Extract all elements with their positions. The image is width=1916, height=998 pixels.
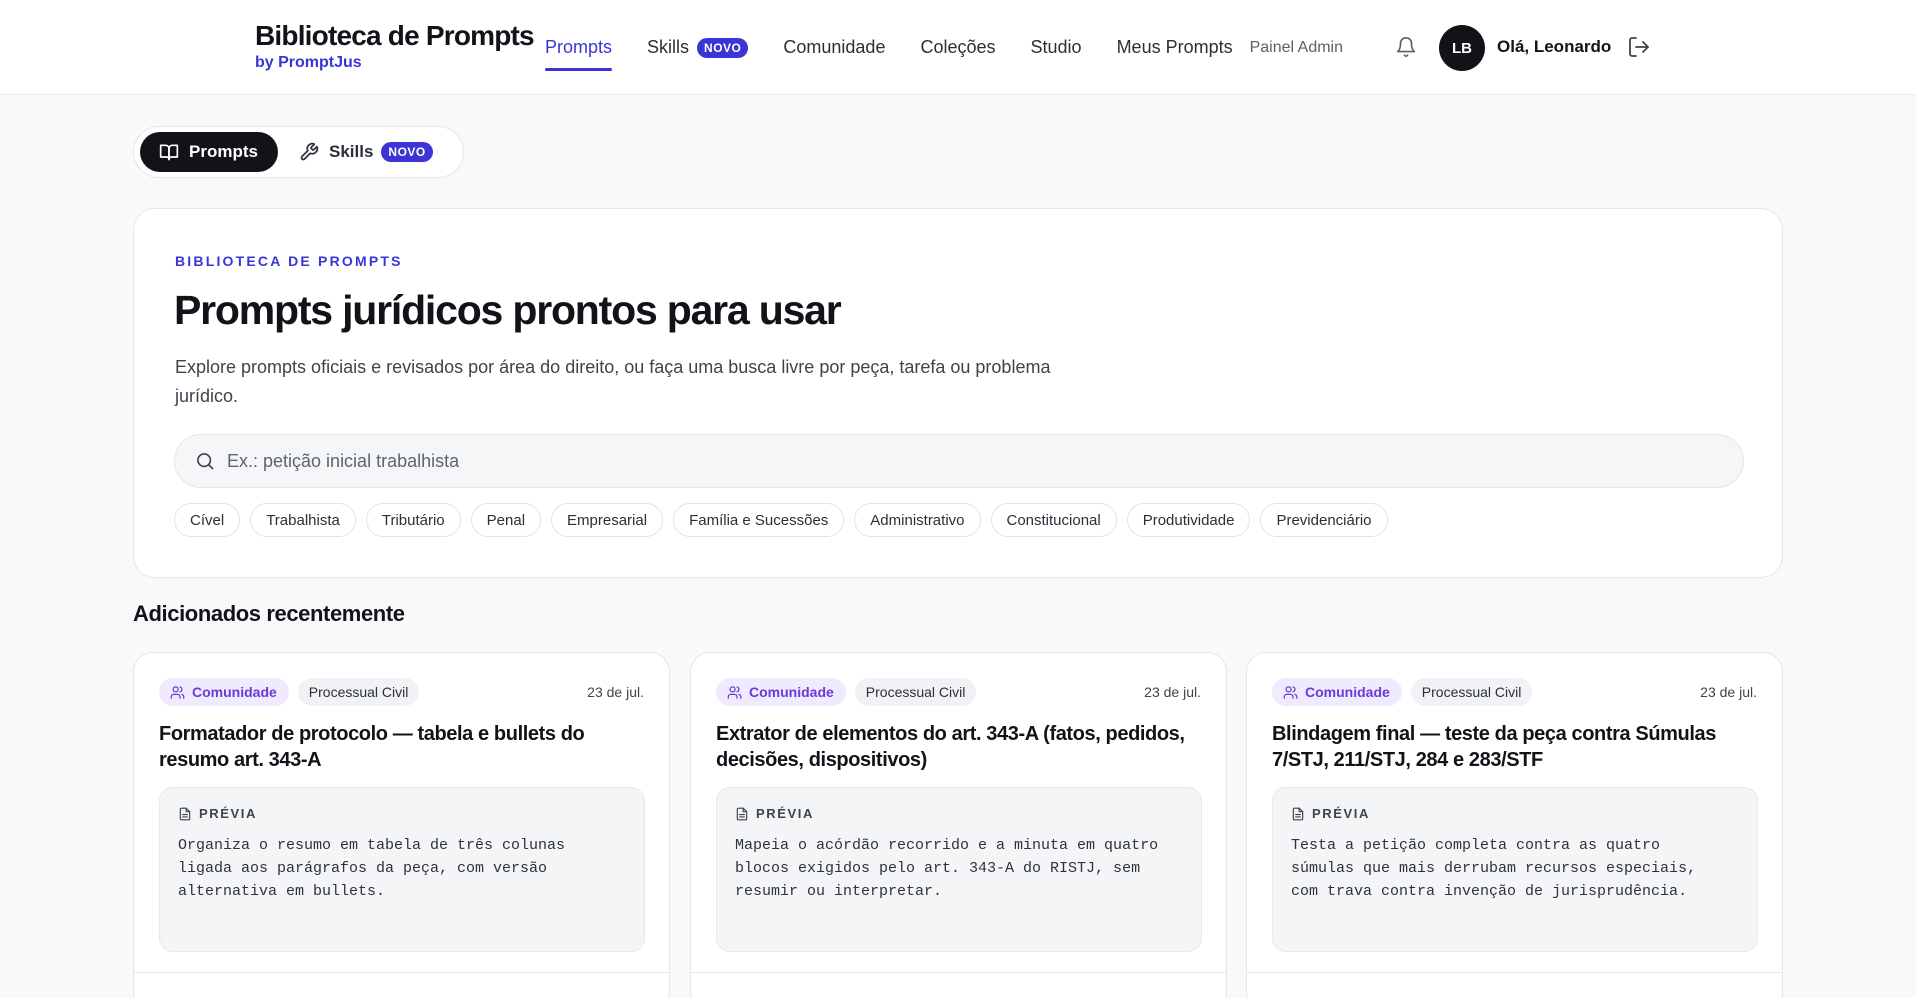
user-greeting: Olá, Leonardo: [1497, 37, 1612, 56]
community-tag: Comunidade: [1272, 678, 1402, 706]
card-preview: PRÉVIA Testa a petição completa contra a…: [1272, 787, 1758, 952]
hero-description: Explore prompts oficiais e revisados por…: [175, 357, 1051, 406]
nav-studio[interactable]: Studio: [1031, 0, 1082, 95]
card-date: 23 de jul.: [587, 684, 644, 700]
bell-icon[interactable]: [1395, 36, 1417, 58]
search-box[interactable]: [174, 434, 1744, 488]
card-title[interactable]: Formatador de protocolo — tabela e bulle…: [159, 721, 649, 773]
nav-skills[interactable]: Skills NOVO: [647, 0, 749, 95]
avatar[interactable]: LB: [1439, 25, 1485, 71]
card-preview: PRÉVIA Organiza o resumo em tabela de tr…: [159, 787, 645, 952]
hero-eyebrow: BIBLIOTECA DE PROMPTS: [175, 253, 403, 269]
chip-administrativo[interactable]: Administrativo: [854, 503, 981, 537]
preview-label-text: PRÉVIA: [1312, 806, 1371, 821]
nav-meus-prompts[interactable]: Meus Prompts: [1117, 0, 1233, 95]
nav-comunidade[interactable]: Comunidade: [783, 0, 885, 95]
card-divider: [1247, 972, 1782, 973]
chip-empresarial[interactable]: Empresarial: [551, 503, 664, 537]
file-text-icon: [1292, 807, 1304, 820]
chip-penal[interactable]: Penal: [470, 503, 542, 537]
nav-studio-label: Studio: [1030, 37, 1082, 57]
page-title: Prompts jurídicos prontos para usar: [174, 287, 842, 333]
wrench-icon: [300, 142, 319, 161]
chip-tributario[interactable]: Tributário: [365, 503, 461, 537]
recent-section-title: Adicionados recentemente: [133, 601, 405, 626]
search-icon: [197, 453, 214, 470]
new-badge: NOVO: [381, 142, 433, 162]
community-tag: Comunidade: [159, 678, 289, 706]
toggle-skills[interactable]: Skills NOVO: [299, 132, 433, 172]
card-title[interactable]: Blindagem final — teste da peça contra S…: [1272, 721, 1762, 773]
content-type-toggle: Prompts Skills NOVO: [133, 126, 464, 178]
file-text-icon: [179, 807, 191, 820]
chip-produtividade[interactable]: Produtividade: [1126, 503, 1251, 537]
toggle-prompts[interactable]: Prompts: [140, 132, 278, 172]
brand-subtitle: by PromptJus: [255, 54, 362, 71]
preview-label: PRÉVIA: [1291, 806, 1370, 821]
main-nav: Prompts Skills NOVO Comunidade Coleções S…: [545, 0, 1343, 95]
nav-skills-label: Skills: [647, 37, 690, 57]
card-meta: Comunidade Processual Civil 23 de jul.: [1272, 678, 1757, 706]
card-divider: [134, 972, 669, 973]
prompt-card[interactable]: Comunidade Processual Civil 23 de jul. F…: [133, 652, 670, 998]
community-tag-label: Comunidade: [1305, 684, 1390, 700]
card-divider: [691, 972, 1226, 973]
file-text-icon: [736, 807, 748, 820]
brand-title: Biblioteca de Prompts: [255, 20, 535, 51]
preview-text: Testa a petição completa contra as quatr…: [1291, 837, 1697, 900]
hero-card: BIBLIOTECA DE PROMPTS Prompts jurídicos …: [133, 208, 1783, 578]
area-chips: Cível Trabalhista Tributário Penal Empre…: [174, 503, 1398, 537]
chip-civel[interactable]: Cível: [174, 503, 241, 537]
area-tag: Processual Civil: [854, 678, 977, 706]
community-tag-label: Comunidade: [749, 684, 834, 700]
chip-constitucional[interactable]: Constitucional: [990, 503, 1117, 537]
top-bar: Biblioteca de Prompts by PromptJus Promp…: [0, 0, 1916, 95]
prompt-card[interactable]: Comunidade Processual Civil 23 de jul. B…: [1246, 652, 1783, 998]
chip-previdenciario[interactable]: Previdenciário: [1260, 503, 1388, 537]
preview-label-text: PRÉVIA: [199, 806, 258, 821]
card-title[interactable]: Extrator de elementos do art. 343-A (fat…: [716, 721, 1206, 773]
logout-icon[interactable]: [1627, 35, 1651, 59]
community-tag: Comunidade: [716, 678, 846, 706]
preview-text: Organiza o resumo em tabela de três colu…: [178, 837, 566, 900]
users-icon: [1283, 685, 1298, 699]
preview-label: PRÉVIA: [178, 806, 257, 821]
new-badge: NOVO: [697, 37, 749, 58]
card-preview: PRÉVIA Mapeia o acórdão recorrido e a mi…: [716, 787, 1202, 952]
nav-prompts-label: Prompts: [545, 37, 613, 57]
preview-label: PRÉVIA: [735, 806, 814, 821]
nav-prompts[interactable]: Prompts: [545, 0, 613, 95]
card-date: 23 de jul.: [1144, 684, 1201, 700]
prompt-card[interactable]: Comunidade Processual Civil 23 de jul. E…: [690, 652, 1227, 998]
nav-colecoes-label: Coleções: [920, 37, 996, 57]
search-input[interactable]: [227, 450, 1627, 472]
area-tag: Processual Civil: [297, 678, 420, 706]
users-icon: [727, 685, 742, 699]
nav-comunidade-label: Comunidade: [783, 37, 886, 57]
card-meta: Comunidade Processual Civil 23 de jul.: [716, 678, 1201, 706]
brand[interactable]: Biblioteca de Prompts by PromptJus: [255, 20, 535, 73]
nav-colecoes[interactable]: Coleções: [920, 0, 995, 95]
preview-text: Mapeia o acórdão recorrido e a minuta em…: [735, 837, 1159, 900]
nav-meus-prompts-label: Meus Prompts: [1116, 37, 1233, 57]
preview-label-text: PRÉVIA: [756, 806, 815, 821]
community-tag-label: Comunidade: [192, 684, 277, 700]
nav-painel-admin[interactable]: Painel Admin: [1250, 0, 1343, 95]
card-date: 23 de jul.: [1700, 684, 1757, 700]
toggle-prompts-label: Prompts: [189, 142, 258, 161]
toggle-skills-label: Skills: [329, 142, 374, 161]
chip-trabalhista[interactable]: Trabalhista: [250, 503, 356, 537]
book-open-icon: [159, 144, 179, 161]
area-tag: Processual Civil: [1410, 678, 1533, 706]
users-icon: [170, 685, 185, 699]
chip-familia-sucessoes[interactable]: Família e Sucessões: [673, 503, 845, 537]
nav-painel-admin-label: Painel Admin: [1249, 38, 1343, 56]
card-meta: Comunidade Processual Civil 23 de jul.: [159, 678, 644, 706]
